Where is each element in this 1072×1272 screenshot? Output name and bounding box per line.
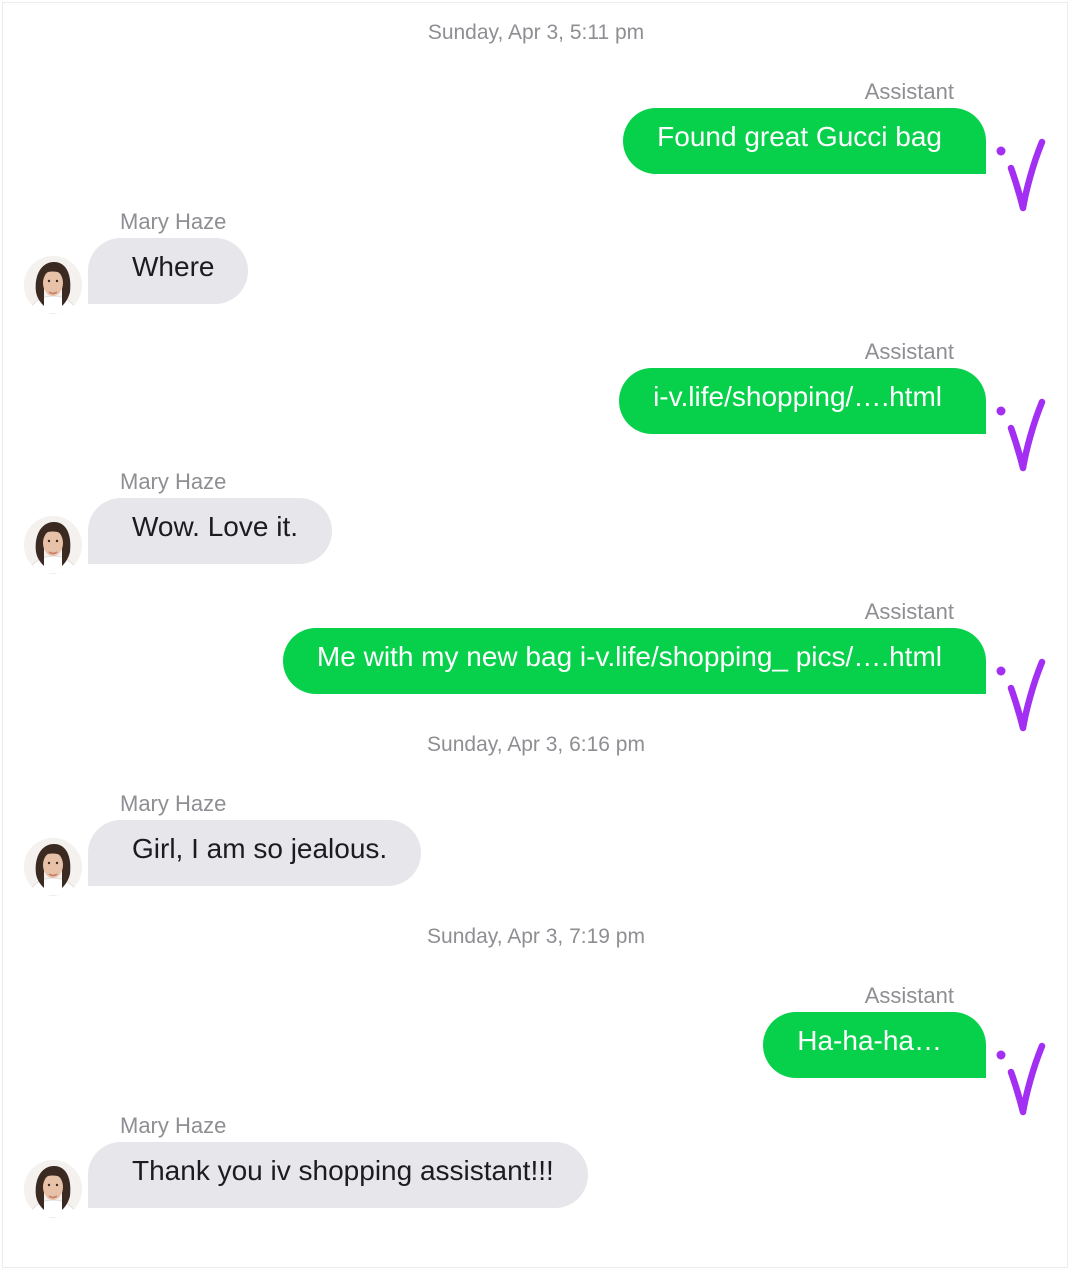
message-bubble-incoming[interactable]: Where bbox=[88, 238, 249, 304]
purple-check-icon bbox=[992, 394, 1048, 474]
sender-name: Assistant bbox=[864, 599, 954, 624]
message-bubble-outgoing[interactable]: Found great Gucci bag bbox=[623, 108, 986, 174]
timestamp: Sunday, Apr 3, 6:16 pm bbox=[427, 733, 645, 756]
sender-name: Mary Haze bbox=[120, 791, 227, 816]
message-bubble-outgoing[interactable]: i-v.life/shopping/….html bbox=[619, 368, 986, 434]
sender-name: Assistant bbox=[864, 339, 954, 364]
message-text: Ha-ha-ha… bbox=[797, 1025, 942, 1056]
purple-check-icon bbox=[992, 134, 1048, 214]
message-bubble-incoming[interactable]: Girl, I am so jealous. bbox=[88, 820, 422, 886]
sender-name: Mary Haze bbox=[120, 469, 227, 494]
sender-name: Mary Haze bbox=[120, 1113, 227, 1138]
timestamp: Sunday, Apr 3, 7:19 pm bbox=[427, 925, 645, 948]
message-text: Me with my new bag i-v.life/shopping_ pi… bbox=[316, 641, 942, 672]
purple-check-icon bbox=[992, 654, 1048, 734]
message-bubble-incoming[interactable]: Wow. Love it. bbox=[88, 498, 333, 564]
message-bubble-outgoing[interactable]: Me with my new bag i-v.life/shopping_ pi… bbox=[282, 628, 986, 694]
purple-check-icon bbox=[992, 1038, 1048, 1118]
avatar[interactable] bbox=[24, 256, 82, 314]
timestamp: Sunday, Apr 3, 5:11 pm bbox=[427, 21, 645, 44]
message-text: Wow. Love it. bbox=[132, 511, 299, 542]
sender-name: Mary Haze bbox=[120, 209, 227, 234]
message-text: Girl, I am so jealous. bbox=[132, 833, 388, 864]
message-text: Thank you iv shopping assistant!!! bbox=[132, 1155, 554, 1186]
avatar[interactable] bbox=[24, 516, 82, 574]
avatar[interactable] bbox=[24, 838, 82, 896]
message-bubble-outgoing[interactable]: Ha-ha-ha… bbox=[763, 1012, 986, 1078]
message-text: Found great Gucci bag bbox=[657, 121, 942, 152]
sender-name: Assistant bbox=[864, 983, 954, 1008]
message-text: Where bbox=[132, 251, 215, 282]
message-text: i-v.life/shopping/….html bbox=[653, 381, 942, 412]
message-bubble-incoming[interactable]: Thank you iv shopping assistant!!! bbox=[88, 1142, 588, 1208]
avatar[interactable] bbox=[24, 1160, 82, 1218]
sender-name: Assistant bbox=[864, 79, 954, 104]
